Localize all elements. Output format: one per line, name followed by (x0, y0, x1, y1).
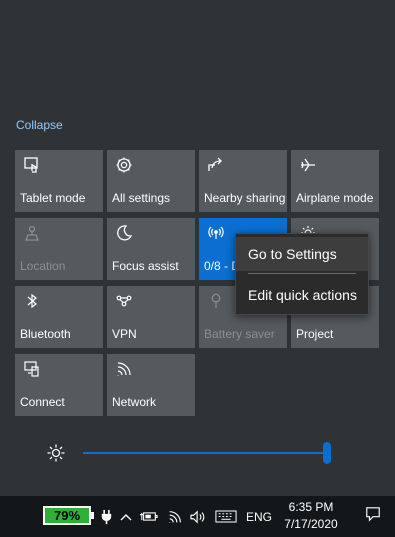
collapse-link[interactable]: Collapse (16, 118, 63, 132)
tile-label: Project (296, 327, 334, 341)
notification-icon (365, 506, 381, 527)
tile-connect[interactable]: Connect (15, 354, 103, 416)
battery-percent: 79% (53, 508, 81, 523)
tile-location[interactable]: Location (15, 218, 103, 280)
tile-label: Focus assist (112, 259, 179, 273)
clock[interactable]: 6:35 PM 7/17/2020 (272, 499, 350, 533)
connect-icon (23, 360, 41, 378)
menu-item-edit-quick-actions[interactable]: Edit quick actions (236, 278, 368, 312)
share-icon (207, 156, 225, 174)
tile-label: Network (112, 395, 157, 409)
bluetooth-icon (23, 292, 41, 310)
tablet-mode-icon (23, 156, 41, 174)
tile-nearby-sharing[interactable]: Nearby sharing (199, 150, 287, 212)
action-center-button[interactable] (350, 496, 395, 537)
battery-indicator[interactable]: 79% (43, 506, 91, 525)
tile-label: Bluetooth (20, 327, 71, 341)
clock-date: 7/17/2020 (284, 517, 338, 531)
gear-icon (115, 156, 133, 174)
tile-label: Airplane mode (296, 191, 374, 205)
airplane-icon (299, 156, 317, 174)
leaf-icon (207, 292, 225, 310)
network-icon (115, 360, 133, 378)
volume-icon[interactable] (187, 496, 209, 537)
tile-label: VPN (112, 327, 137, 341)
moon-icon (115, 224, 133, 242)
tile-label: Tablet mode (20, 191, 86, 205)
menu-item-go-to-settings[interactable]: Go to Settings (236, 237, 368, 271)
tile-tablet-mode[interactable]: Tablet mode (15, 150, 103, 212)
tile-label: All settings (112, 191, 171, 205)
brightness-row (0, 438, 395, 468)
tile-network[interactable]: Network (107, 354, 195, 416)
tile-focus-assist[interactable]: Focus assist (107, 218, 195, 280)
plug-icon (97, 496, 115, 537)
chevron-up-icon[interactable] (117, 496, 135, 537)
brightness-slider-track[interactable] (83, 452, 328, 454)
tile-all-settings[interactable]: All settings (107, 150, 195, 212)
network-tray-icon[interactable] (165, 496, 185, 537)
tile-label: Location (20, 259, 66, 273)
language-indicator[interactable]: ENG (244, 496, 274, 537)
action-center-panel: Collapse Tablet mode All settings Nearby… (0, 0, 395, 496)
tile-bluetooth[interactable]: Bluetooth (15, 286, 103, 348)
vpn-icon (115, 292, 133, 310)
tile-label: Connect (20, 395, 65, 409)
menu-separator (248, 273, 356, 274)
battery-charging-icon[interactable] (139, 496, 159, 537)
context-menu: Go to Settings Edit quick actions (235, 233, 369, 315)
touch-keyboard-icon[interactable] (213, 496, 239, 537)
wireless-display-icon (207, 224, 225, 242)
tile-label: Nearby sharing (204, 191, 286, 205)
tile-airplane-mode[interactable]: Airplane mode (291, 150, 379, 212)
battery-nub (91, 512, 94, 519)
clock-time: 6:35 PM (288, 500, 334, 514)
brightness-slider-thumb[interactable] (323, 442, 331, 464)
taskbar: 79% ENG 6:35 PM 7/17/2020 (0, 496, 395, 537)
sun-icon (46, 443, 66, 463)
tile-label: Battery saver (204, 327, 275, 341)
tile-vpn[interactable]: VPN (107, 286, 195, 348)
language-label: ENG (245, 509, 272, 524)
location-icon (23, 224, 41, 242)
